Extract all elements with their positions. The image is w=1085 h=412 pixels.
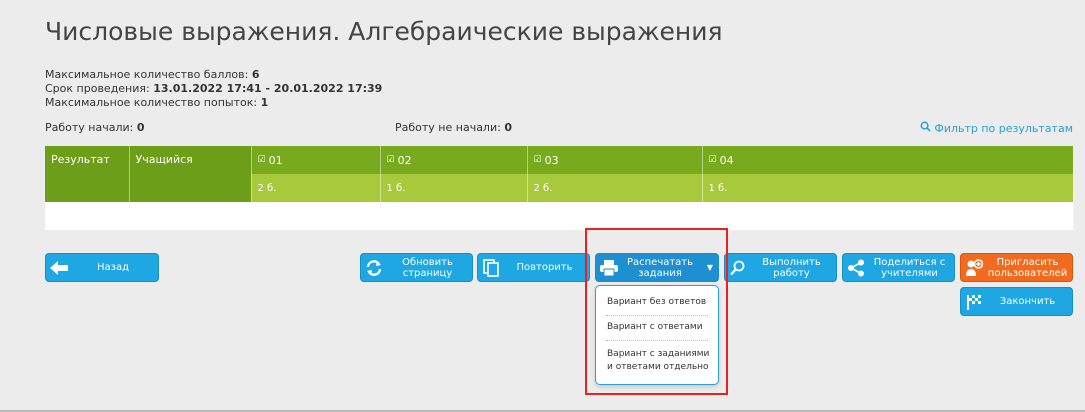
invite-label: Пригласить пользователей bbox=[987, 256, 1068, 279]
refresh-label: Обновить страницу bbox=[402, 256, 453, 279]
back-button[interactable]: Назад bbox=[45, 253, 159, 282]
task-points: 1 б. bbox=[702, 174, 1074, 202]
chevron-down-icon: ▼ bbox=[706, 263, 714, 272]
results-table: Результат Учащийся ☑ 01 ☑ 02 ☑ 03 ☑ 04 2 б. … bbox=[45, 146, 1074, 230]
column-header-student[interactable]: Учащийся bbox=[129, 146, 252, 202]
print-tasks-button[interactable]: Распечатать задания ▼ bbox=[595, 253, 719, 282]
column-header-task-2[interactable]: ☑ 02 bbox=[380, 146, 528, 174]
task-label: 03 bbox=[544, 153, 559, 167]
table-header-row: Результат Учащийся ☑ 01 ☑ 02 ☑ 03 ☑ 04 bbox=[45, 146, 1074, 202]
share-label: Поделиться с учителями bbox=[873, 256, 946, 279]
menu-item-without-answers[interactable]: Вариант без ответов bbox=[607, 297, 706, 307]
invite-users-button[interactable]: Пригласить пользователей bbox=[960, 253, 1073, 282]
period-value: 13.01.2022 17:41 - 20.01.2022 17:39 bbox=[153, 82, 383, 95]
task-points: 1 б. bbox=[380, 174, 528, 202]
task-label: 02 bbox=[397, 153, 412, 167]
period-line: Срок проведения: 13.01.2022 17:41 - 20.0… bbox=[45, 82, 382, 95]
max-attempts-value: 1 bbox=[260, 96, 269, 109]
task-icon: ☑ bbox=[386, 155, 395, 165]
max-score-label: Максимальное количество баллов: bbox=[45, 68, 249, 81]
arrow-left-icon bbox=[46, 260, 72, 275]
period-label: Срок проведения: bbox=[45, 82, 150, 95]
share-with-teachers-button[interactable]: Поделиться с учителями bbox=[842, 253, 955, 282]
filter-results-link[interactable]: Фильтр по результатам bbox=[920, 121, 1073, 135]
search-icon bbox=[920, 121, 932, 135]
add-user-icon bbox=[961, 258, 987, 277]
menu-item-with-answers[interactable]: Вариант с ответами bbox=[607, 322, 703, 332]
repeat-button[interactable]: Повторить bbox=[477, 253, 590, 282]
finish-label: Закончить bbox=[999, 296, 1056, 307]
print-dropdown-menu: Вариант без ответов Вариант с ответами В… bbox=[595, 285, 719, 385]
menu-item-tasks-and-answers-separately[interactable]: Вариант с заданиями и ответами отдельно bbox=[607, 348, 715, 374]
started-label: Работу начали: bbox=[45, 121, 134, 134]
started-line: Работу начали: 0 bbox=[45, 121, 145, 134]
share-icon bbox=[843, 259, 869, 277]
not-started-line: Работу не начали: 0 bbox=[395, 121, 512, 134]
task-points: 2 б. bbox=[527, 174, 703, 202]
refresh-page-button[interactable]: Обновить страницу bbox=[360, 253, 473, 282]
started-value: 0 bbox=[136, 121, 145, 134]
column-header-result[interactable]: Результат bbox=[45, 146, 130, 202]
page-title: Числовые выражения. Алгебраические выраж… bbox=[45, 17, 723, 46]
finish-button[interactable]: Закончить bbox=[960, 287, 1073, 316]
print-label: Распечатать задания bbox=[626, 256, 694, 279]
not-started-value: 0 bbox=[504, 121, 512, 134]
not-started-label: Работу не начали: bbox=[395, 121, 501, 134]
empty-message: Ни один учащийся не выполнил работу bbox=[45, 202, 252, 230]
max-attempts-line: Максимальное количество попыток: 1 bbox=[45, 96, 268, 109]
back-label: Назад bbox=[96, 262, 129, 273]
column-header-task-3[interactable]: ☑ 03 bbox=[527, 146, 703, 174]
task-icon: ☑ bbox=[708, 155, 717, 165]
task-label: 04 bbox=[719, 153, 734, 167]
filter-label: Фильтр по результатам bbox=[934, 121, 1073, 135]
task-label: 01 bbox=[268, 153, 283, 167]
copy-icon bbox=[478, 258, 504, 277]
execute-work-button[interactable]: Выполнить работу bbox=[724, 253, 837, 282]
menu-divider bbox=[606, 340, 708, 341]
empty-row: Ни один учащийся не выполнил работу bbox=[45, 202, 1074, 230]
printer-icon bbox=[596, 259, 622, 276]
menu-divider bbox=[606, 315, 708, 316]
column-header-task-4[interactable]: ☑ 04 bbox=[702, 146, 1074, 174]
checkered-flag-icon bbox=[961, 294, 987, 310]
max-score-line: Максимальное количество баллов: 6 bbox=[45, 68, 259, 81]
magnifier-icon bbox=[725, 260, 751, 276]
execute-label: Выполнить работу bbox=[762, 256, 821, 279]
max-score-value: 6 bbox=[251, 68, 260, 81]
refresh-icon bbox=[361, 259, 387, 277]
column-header-task-1[interactable]: ☑ 01 bbox=[251, 146, 381, 174]
max-attempts-label: Максимальное количество попыток: bbox=[45, 96, 258, 109]
task-icon: ☑ bbox=[257, 155, 266, 165]
task-icon: ☑ bbox=[533, 155, 542, 165]
task-points: 2 б. bbox=[251, 174, 381, 202]
repeat-label: Повторить bbox=[516, 262, 573, 273]
empty-cell bbox=[251, 202, 1074, 230]
